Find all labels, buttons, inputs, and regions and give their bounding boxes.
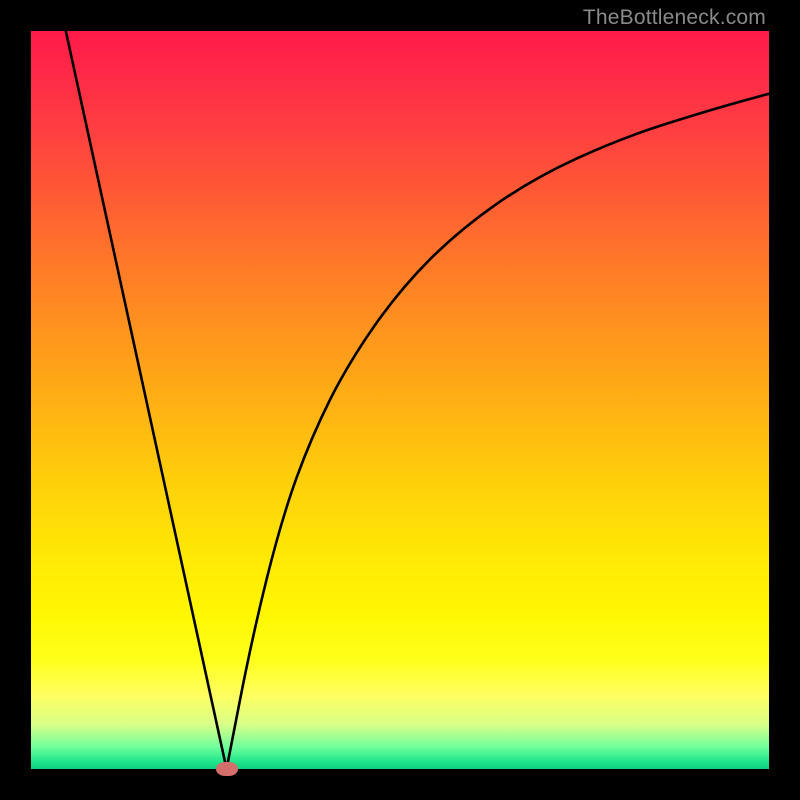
bottleneck-curve (0, 0, 800, 800)
curve-path (64, 24, 769, 769)
minimum-marker (216, 762, 238, 776)
